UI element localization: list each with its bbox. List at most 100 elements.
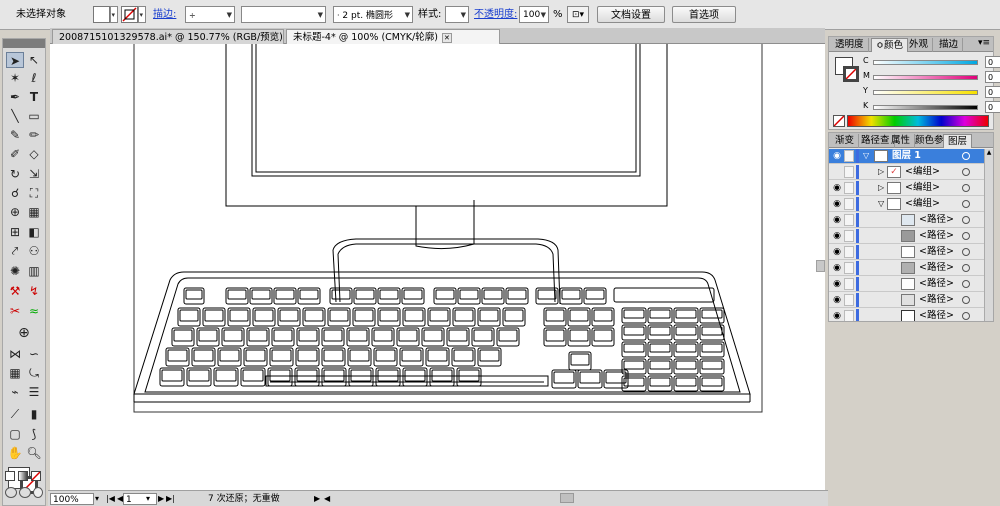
tab-layers[interactable]: 图层 <box>943 134 973 148</box>
scroll-left-icon[interactable]: ◀ <box>324 493 330 505</box>
slice-tool-icon[interactable]: ▢ <box>6 426 24 442</box>
rotate-tool-icon[interactable]: ↻ <box>6 166 24 182</box>
target-icon[interactable] <box>962 280 970 288</box>
style-dropdown[interactable] <box>445 6 469 24</box>
path-row[interactable]: ◉ <路径> <box>829 277 985 292</box>
expand-icon[interactable]: ▷ <box>878 166 884 178</box>
lock-toggle[interactable] <box>844 230 854 242</box>
artboard-field[interactable]: 1 <box>123 493 157 505</box>
lasso-tool-icon[interactable]: ℓ <box>25 70 43 86</box>
eye-icon[interactable]: ◉ <box>831 182 843 194</box>
black-slider[interactable]: K 0 <box>863 101 1000 115</box>
lock-toggle[interactable] <box>844 262 854 274</box>
perspective-grid-tool-icon[interactable]: ▦ <box>25 204 43 220</box>
target-icon[interactable] <box>962 296 970 304</box>
layer-row[interactable]: ◉ ▽ 图层 1 <box>829 149 985 164</box>
path-label[interactable]: <路径> <box>919 294 954 306</box>
path-row[interactable]: ◉ <路径> <box>829 213 985 228</box>
eye-icon[interactable]: ◉ <box>831 150 843 162</box>
close-icon[interactable]: ✕ <box>441 32 452 43</box>
tools-panel-grip[interactable] <box>3 39 45 48</box>
stroke-swatch[interactable] <box>121 6 138 23</box>
tab-color[interactable]: ≎颜色 <box>871 38 908 52</box>
shape-builder-tool-icon[interactable]: ⊕ <box>6 204 24 220</box>
paintbrush-tool-icon[interactable]: ✎ <box>6 127 24 143</box>
eye-icon[interactable]: ◉ <box>831 214 843 226</box>
column-graph-tool-icon[interactable]: ▥ <box>25 263 43 279</box>
layer-name[interactable]: 图层 1 <box>892 150 921 162</box>
path-row[interactable]: ◉ <路径> <box>829 309 985 321</box>
pen-tool-icon[interactable]: ✒ <box>6 89 24 105</box>
target-icon[interactable] <box>962 264 970 272</box>
path-label[interactable]: <路径> <box>919 278 954 290</box>
color-mode-icon[interactable] <box>5 471 15 481</box>
scrollbar-right-edge[interactable] <box>816 260 825 272</box>
status-menu-icon[interactable]: ▶ <box>314 493 320 505</box>
tab-document-1[interactable]: 2008715101329578.ai* @ 150.77% (RGB/预览)✕ <box>52 29 284 58</box>
black-value[interactable]: 0 <box>985 101 1000 113</box>
cyan-slider[interactable]: C 0 <box>863 56 1000 70</box>
path-row[interactable]: ◉ <路径> <box>829 229 985 244</box>
symbol-sprayer-tool-icon[interactable]: ✺ <box>6 263 24 279</box>
live-paint-selection-tool-icon[interactable]: ↯ <box>25 283 43 299</box>
magenta-slider[interactable]: M 0 <box>863 71 1000 85</box>
lock-toggle[interactable] <box>844 182 854 194</box>
cyan-value[interactable]: 0 <box>985 56 1000 68</box>
brush-dropdown[interactable]: · 2 pt. 椭圆形 <box>333 6 413 24</box>
none-swatch[interactable] <box>833 115 845 127</box>
group-label[interactable]: <编组> <box>905 198 940 210</box>
collapse-icon[interactable]: ▽ <box>878 198 884 210</box>
layer-group-row[interactable]: ◉ ▷ <编组> <box>829 181 985 196</box>
eyedropper-alt-tool-icon[interactable]: ⟋ <box>6 406 24 422</box>
eye-icon[interactable]: ◉ <box>831 278 843 290</box>
path-label[interactable]: <路径> <box>919 230 954 242</box>
layer-group-row[interactable]: ◉ ▽ <编组> <box>829 197 985 212</box>
stroke-dropdown[interactable] <box>138 6 146 24</box>
target-icon[interactable] <box>962 232 970 240</box>
live-paint-tool-icon[interactable]: ⚒ <box>6 283 24 299</box>
free-transform-tool-icon[interactable]: ⛶ <box>25 185 43 201</box>
expand-icon[interactable]: ▷ <box>878 182 884 194</box>
fill-swatch[interactable] <box>93 6 110 23</box>
blob-brush-tool-icon[interactable]: ✐ <box>6 146 24 162</box>
cyan-ramp[interactable] <box>873 60 978 65</box>
eye-icon[interactable]: ◉ <box>831 310 843 321</box>
pencil-tool-icon[interactable]: ✏ <box>25 127 43 143</box>
zoom-tool-icon[interactable]: 🔍︎ <box>25 445 43 461</box>
magic-wand-tool-icon[interactable]: ✶ <box>6 70 24 86</box>
target-icon[interactable] <box>962 200 970 208</box>
blend-tool-icon[interactable]: ⚇ <box>25 243 43 259</box>
type-tool-icon[interactable]: T <box>25 89 43 105</box>
target-icon[interactable] <box>962 152 970 160</box>
next-artboard-icon[interactable]: ▶ <box>158 493 164 505</box>
color-spectrum[interactable] <box>847 115 989 127</box>
group-label[interactable]: <编组> <box>905 166 940 178</box>
target-icon[interactable] <box>962 184 970 192</box>
lock-toggle[interactable] <box>844 278 854 290</box>
path-label[interactable]: <路径> <box>919 262 954 274</box>
tab-gradient[interactable]: 渐变 <box>831 134 860 148</box>
screen-mode-icon[interactable] <box>19 487 31 498</box>
eye-icon[interactable]: ◉ <box>831 294 843 306</box>
opacity-input[interactable]: 100 <box>519 6 549 24</box>
yellow-slider[interactable]: Y 0 <box>863 86 1000 100</box>
layer-group-row[interactable]: ▷ ✓ <编组> <box>829 165 985 180</box>
opacity-link[interactable]: 不透明度: <box>474 6 517 23</box>
yellow-value[interactable]: 0 <box>985 86 1000 98</box>
eye-icon[interactable]: ◉ <box>831 262 843 274</box>
preferences-button[interactable]: 首选项 <box>672 6 736 23</box>
path-label[interactable]: <路径> <box>919 214 954 226</box>
mesh-tool-icon[interactable]: ⊞ <box>6 224 24 240</box>
width-tool-icon[interactable]: ≈ <box>25 303 43 319</box>
zoom-dropdown-icon[interactable]: ▾ <box>95 493 99 505</box>
crop-area-tool-icon[interactable]: ⋈ <box>6 346 24 362</box>
document-setup-button[interactable]: 文档设置 <box>597 6 665 23</box>
mesh-grid-tool-icon[interactable]: ▦ <box>6 365 24 381</box>
none-mode-icon[interactable] <box>31 471 41 481</box>
scissors-tool-icon[interactable]: ✂ <box>6 303 24 319</box>
path-row[interactable]: ◉ <路径> <box>829 245 985 260</box>
yellow-ramp[interactable] <box>873 90 978 95</box>
rectangle-tool-icon[interactable]: ▭ <box>25 108 43 124</box>
lock-toggle[interactable] <box>844 294 854 306</box>
behind-mode-icon[interactable] <box>33 487 43 498</box>
